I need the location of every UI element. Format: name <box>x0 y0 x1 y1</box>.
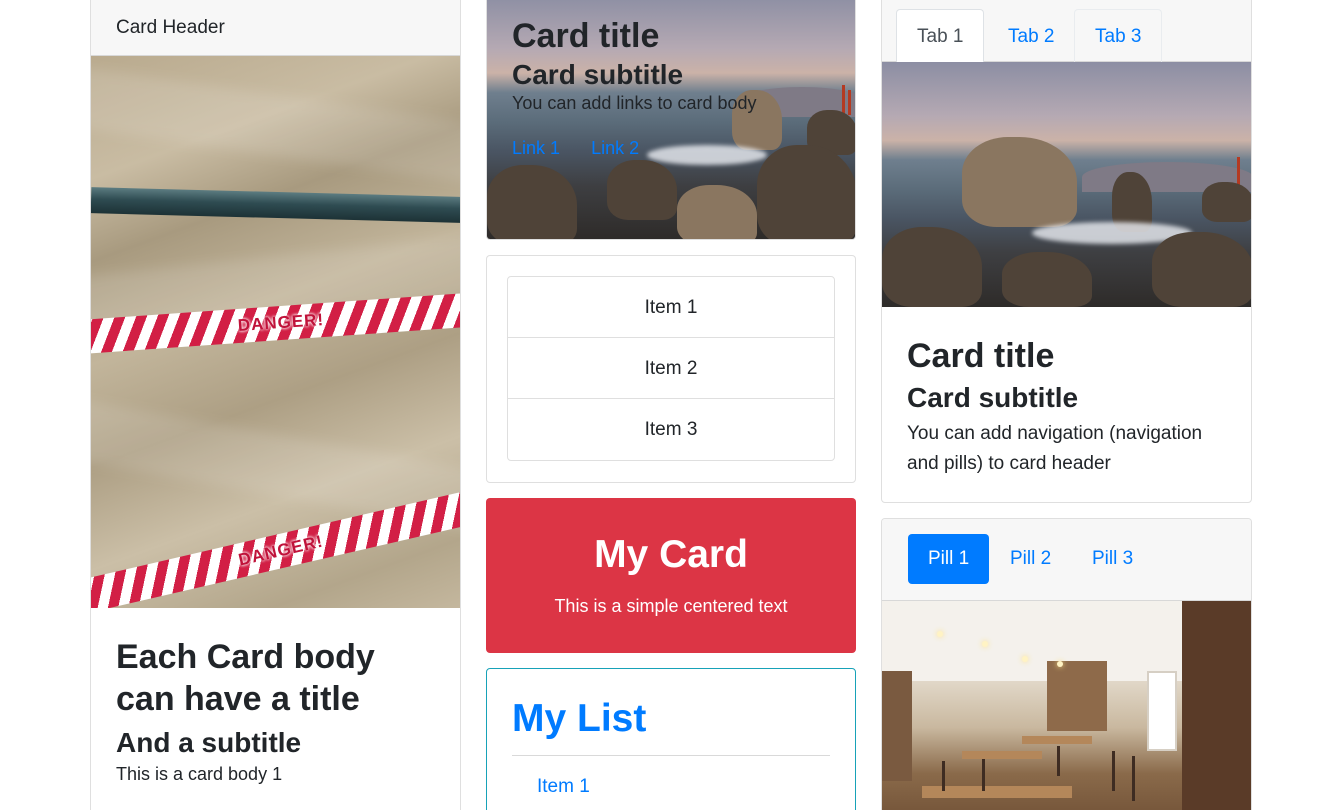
card-title: My List <box>512 697 830 756</box>
pill-3[interactable]: Pill 3 <box>1072 534 1153 584</box>
list-item[interactable]: Item 3 <box>508 399 834 460</box>
card-subtitle: Card subtitle <box>907 382 1079 413</box>
list-group-card: Item 1 Item 2 Item 3 <box>486 255 856 483</box>
overlay-card-body: Card title Card subtitle You can add lin… <box>512 15 845 159</box>
list-link-item[interactable]: Item 1 <box>512 756 830 798</box>
card-link-1[interactable]: Link 1 <box>512 138 560 158</box>
card-links: Link 1 Link 2 <box>512 138 845 159</box>
pills-header: Pill 1 Pill 2 Pill 3 <box>882 519 1251 601</box>
tabs-header: Tab 1 Tab 2 Tab 3 <box>882 0 1251 63</box>
card-text: This is a card body 1 <box>116 764 283 784</box>
card-text: You can add navigation (navigation and p… <box>907 423 1203 474</box>
list-group: Item 1 Item 2 Item 3 <box>507 276 835 461</box>
tabs-card: Tab 1 Tab 2 Tab 3 Card title Card subtit… <box>881 0 1252 503</box>
pills-card: Pill 1 Pill 2 Pill 3 <box>881 518 1252 810</box>
card-title: Card title <box>907 337 1055 375</box>
coast-image <box>882 62 1251 307</box>
danger-tape-graphic: DANGER! <box>91 487 460 608</box>
cafe-image <box>882 601 1251 810</box>
red-centered-card: My Card This is a simple centered text <box>486 498 856 653</box>
list-item[interactable]: Item 2 <box>508 338 834 399</box>
my-list-card: My List Item 1 <box>486 668 856 810</box>
card-with-header: Card Header DANGER! DANGER! Each Card bo… <box>90 0 461 810</box>
pill-1[interactable]: Pill 1 <box>908 534 990 584</box>
card-body: Each Card body can have a title And a su… <box>91 608 460 785</box>
tab-2[interactable]: Tab 2 <box>987 9 1075 63</box>
danger-tape-image: DANGER! DANGER! <box>91 56 460 608</box>
card-body: Card title Card subtitle You can add nav… <box>882 307 1251 479</box>
image-overlay-card: Card title Card subtitle You can add lin… <box>486 0 856 240</box>
card-title: Each Card body can have a title <box>116 638 375 718</box>
card-link-2[interactable]: Link 2 <box>591 138 639 158</box>
card-subtitle: And a subtitle <box>116 727 302 758</box>
card-text: You can add links to card body <box>512 93 757 113</box>
card-subtitle: Card subtitle <box>512 59 684 90</box>
card-header: Card Header <box>91 0 460 56</box>
card-text: This is a simple centered text <box>554 596 788 616</box>
card-title: My Card <box>594 533 748 576</box>
pill-2[interactable]: Pill 2 <box>990 534 1071 584</box>
pipe-graphic <box>91 187 460 223</box>
card-title: Card title <box>512 17 660 55</box>
list-item[interactable]: Item 1 <box>508 277 834 338</box>
tab-1[interactable]: Tab 1 <box>896 9 985 63</box>
tape-text: DANGER! <box>236 531 326 570</box>
tab-3[interactable]: Tab 3 <box>1074 9 1163 63</box>
